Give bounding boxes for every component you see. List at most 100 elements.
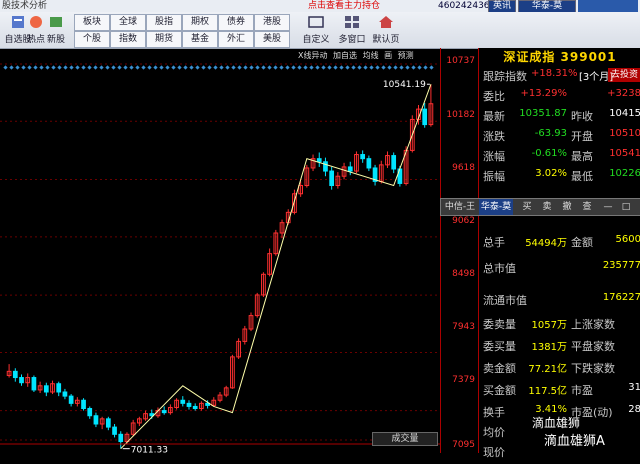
tab-anomaly[interactable]: X线异动: [298, 51, 327, 60]
quote-value: 10415: [609, 108, 640, 119]
sell-button[interactable]: 卖: [539, 199, 555, 215]
quote-label: 流通市值: [483, 294, 527, 307]
marker-dot: [129, 65, 134, 70]
quote-value: +18.31%: [531, 68, 578, 79]
quote-label: 总市值: [483, 262, 516, 275]
btn-global[interactable]: 全球: [110, 14, 146, 31]
minimize-icon[interactable]: —: [601, 199, 615, 215]
candle-body: [316, 158, 322, 163]
y-tick: 7095: [452, 440, 475, 450]
btn-forex[interactable]: 外汇: [218, 31, 254, 48]
marker-dot: [51, 65, 56, 70]
quote-value: 235777: [602, 260, 640, 271]
btn-stocks[interactable]: 个股: [74, 31, 110, 48]
account-number: 4602424366: [438, 1, 496, 11]
quote-value: 31: [628, 382, 640, 393]
y-tick: 7943: [452, 322, 475, 332]
quote-value: 1057万: [531, 320, 567, 331]
marker-dot: [267, 65, 272, 70]
btn-futures[interactable]: 期货: [146, 31, 182, 48]
multiwindow-label: 多窗口: [338, 35, 366, 45]
candle-body: [118, 433, 124, 443]
candle-body: [192, 405, 198, 410]
multiwindow-tool[interactable]: 多窗口: [334, 14, 370, 45]
marker-dot: [351, 65, 356, 70]
quote-value: -63.93: [534, 128, 567, 139]
marker-dot: [165, 65, 170, 70]
marker-dot: [333, 65, 338, 70]
quote-row: 流通市值 176227: [479, 292, 640, 312]
marker-dot: [75, 65, 80, 70]
marker-dot: [219, 65, 224, 70]
quote-row: 跟踪指数 +18.31% [3个月]: [479, 68, 640, 88]
marker-dot: [321, 65, 326, 70]
marker-dot: [195, 65, 200, 70]
tab-draw[interactable]: 画: [384, 51, 392, 60]
quote-label: 市盈: [571, 384, 593, 397]
candle-body: [112, 426, 117, 435]
quote-row: 卖金额 77.21亿 下跌家数: [479, 360, 640, 380]
marker-dot: [123, 65, 128, 70]
candle-body: [62, 391, 68, 397]
btn-us-stocks[interactable]: 美股: [254, 31, 290, 48]
quote-row: 总市值 235777: [479, 260, 640, 280]
marker-dot: [255, 65, 260, 70]
quote-label: 现价: [483, 446, 505, 459]
tab-forecast[interactable]: 预测: [398, 51, 414, 60]
homepage-tool[interactable]: 默认页: [368, 14, 404, 45]
quote-value: 5600: [615, 234, 640, 245]
ad-link[interactable]: 点击查看主力持仓: [308, 0, 438, 12]
broker-2-tab[interactable]: 华泰-莫: [479, 199, 513, 215]
marker-dot: [231, 65, 236, 70]
restore-icon[interactable]: □: [619, 199, 633, 215]
y-tick: 7379: [452, 375, 475, 385]
quote-label: 昨收: [571, 110, 593, 123]
quote-label: 上涨家数: [571, 318, 615, 331]
newstock-tool[interactable]: 新股: [38, 14, 74, 45]
tab-add-watch[interactable]: 加自选: [333, 51, 357, 60]
marker-dot: [375, 65, 380, 70]
quote-row: 涨跌 -63.93 开盘 10510: [479, 128, 640, 148]
btn-hk-stocks[interactable]: 港股: [254, 14, 290, 31]
quote-value: 77.21亿: [528, 364, 567, 375]
marker-dot: [45, 65, 50, 70]
marker-dot: [15, 65, 20, 70]
buy-button[interactable]: 买: [519, 199, 535, 215]
marker-dot: [99, 65, 104, 70]
broker-1-tab[interactable]: 中信-王: [443, 199, 477, 215]
marker-dot: [315, 65, 320, 70]
btn-index-fut[interactable]: 股指: [146, 14, 182, 31]
volume-tab[interactable]: 成交量: [372, 432, 438, 446]
marker-dot: [327, 65, 332, 70]
btn-funds[interactable]: 基金: [182, 31, 218, 48]
kline-chart[interactable]: 10541.19 7011.33: [0, 48, 440, 453]
marker-dot: [291, 65, 296, 70]
candle-body: [12, 370, 18, 379]
marker-dot: [261, 65, 266, 70]
quote-row: 总手 54494万 金额 5600: [479, 234, 640, 254]
marker-dot: [105, 65, 110, 70]
marker-dot: [147, 65, 152, 70]
btn-index[interactable]: 指数: [110, 31, 146, 48]
marker-dot: [429, 65, 434, 70]
quote-value: 117.5亿: [528, 386, 567, 397]
candle-body: [56, 383, 62, 393]
watermark: 滴血雄狮 滴血雄狮A: [528, 414, 638, 450]
btn-options[interactable]: 期权: [182, 14, 218, 31]
btn-bonds[interactable]: 债券: [218, 14, 254, 31]
tab-ma[interactable]: 均线: [363, 51, 379, 60]
btn-sector[interactable]: 板块: [74, 14, 110, 31]
candle-body: [422, 108, 428, 126]
quote-value: +3238: [607, 88, 640, 99]
quote-value: 176227: [602, 292, 640, 303]
quote-panel: 深证成指 399001 去投资 跟踪指数 +18.31% [3个月] 委比 +13.29…: [478, 48, 640, 459]
quote-label: 开盘: [571, 130, 593, 143]
customize-tool[interactable]: 自定义: [298, 14, 334, 45]
quote-value: +13.29%: [520, 88, 567, 99]
query-button[interactable]: 查: [579, 199, 595, 215]
window-controls[interactable]: [578, 0, 638, 12]
cancel-order-button[interactable]: 撤: [559, 199, 575, 215]
quote-label: 委比: [483, 90, 505, 103]
home-icon: [377, 14, 395, 32]
marker-dot: [393, 65, 398, 70]
